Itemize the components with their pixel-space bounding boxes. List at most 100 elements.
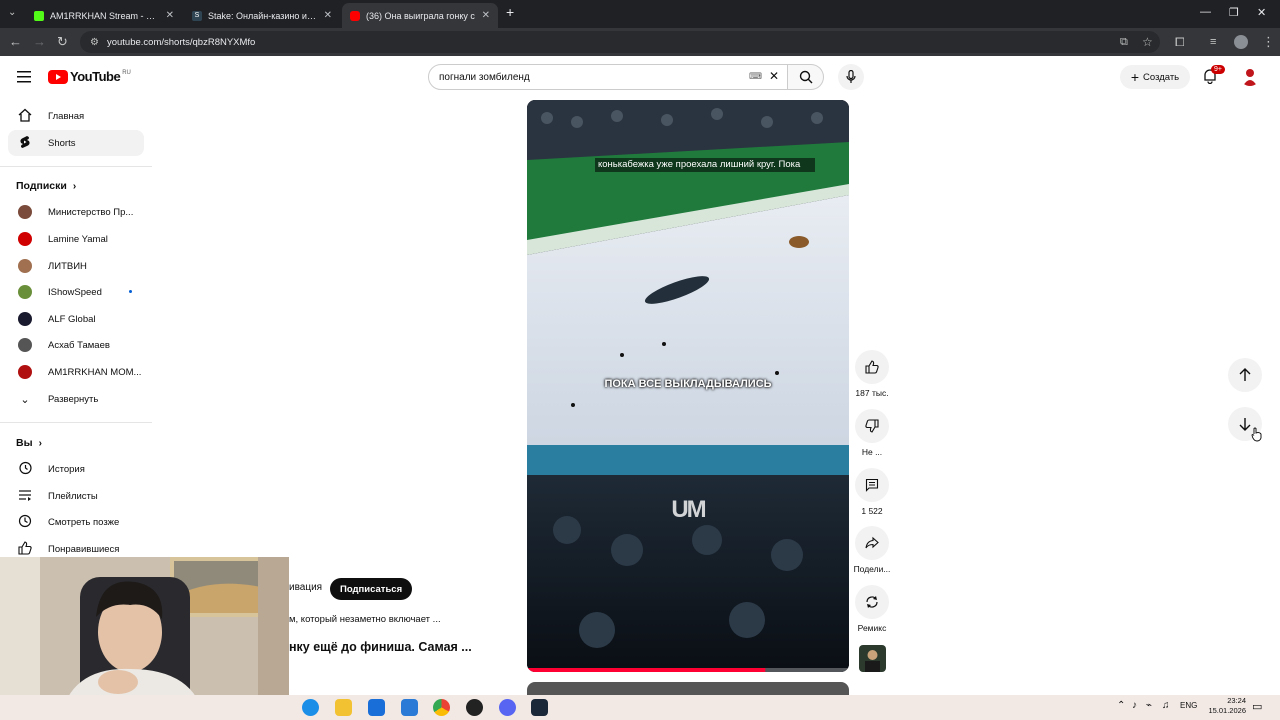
browser-tab[interactable]: AM1RRKHAN Stream - Watch L ✕ <box>26 3 182 28</box>
playlists-icon <box>18 488 32 505</box>
sidebar-item-home[interactable]: Главная <box>8 103 144 129</box>
steam-icon[interactable] <box>531 699 548 716</box>
sidebar-item-label: AM1RRKHAN МОМ... <box>48 366 142 378</box>
minimize-icon[interactable]: — <box>1200 6 1211 18</box>
reload-icon[interactable]: ↻ <box>57 34 68 50</box>
keyboard-icon[interactable]: ⌨ <box>749 71 762 82</box>
shorts-video-player[interactable]: конькабежка уже проехала лишний круг. По… <box>527 100 849 672</box>
remix-label: Ремикс <box>857 623 887 633</box>
bookmark-star-icon[interactable]: ☆ <box>1142 34 1153 50</box>
network-icon[interactable]: ⌁ <box>1146 700 1152 711</box>
subscriptions-header[interactable]: Подписки › <box>16 180 76 192</box>
tab-title: AM1RRKHAN Stream - Watch L <box>50 10 160 21</box>
subtitle-caption: конькабежка уже проехала лишний круг. По… <box>595 158 815 172</box>
subscription-item[interactable]: Асхаб Тамаев <box>8 332 144 358</box>
channel-avatar <box>18 259 32 273</box>
previous-short-button[interactable] <box>1228 358 1262 392</box>
edge-icon[interactable] <box>302 699 319 716</box>
tab-title: Stake: Онлайн-казино и ставк <box>208 10 318 21</box>
video-title[interactable]: нку ещё до финиша. Самая ... <box>289 640 472 654</box>
create-label: Создать <box>1143 71 1180 83</box>
address-bar[interactable]: ⚙ youtube.com/shorts/qbzR8NYXMfo <box>80 31 1160 53</box>
tab-close-icon[interactable]: ✕ <box>482 10 490 21</box>
back-icon[interactable]: ← <box>9 34 22 50</box>
sidebar-item-history[interactable]: История <box>8 456 144 482</box>
search-button[interactable] <box>788 64 824 90</box>
microphone-tray-icon[interactable]: ♪ <box>1132 700 1137 711</box>
clear-search-icon[interactable]: ✕ <box>769 69 779 83</box>
sidebar-item-shorts[interactable]: Shorts <box>8 130 144 156</box>
tab-close-icon[interactable]: ✕ <box>166 10 174 21</box>
clock[interactable]: 23:24 15.01.2026 <box>1200 696 1246 716</box>
shorts-icon <box>18 135 32 152</box>
watch-later-icon <box>18 514 32 531</box>
subscription-item[interactable]: Lamine Yamal <box>8 226 144 252</box>
remix-icon <box>866 596 878 608</box>
voice-search-button[interactable] <box>838 64 864 90</box>
sound-thumbnail[interactable] <box>859 645 886 672</box>
profile-avatar[interactable] <box>1234 35 1248 49</box>
sidebar-item-playlists[interactable]: Плейлисты <box>8 483 144 509</box>
create-button[interactable]: + Создать <box>1120 65 1190 89</box>
search-query-text: погнали зомбиленд <box>439 71 530 83</box>
new-tab-button[interactable]: + <box>506 4 514 20</box>
sidebar-item-watch-later[interactable]: Смотреть позже <box>8 509 144 535</box>
subscribe-button[interactable]: Подписаться <box>330 578 413 600</box>
next-short-preview[interactable] <box>527 682 849 696</box>
tab-search-chevron-icon[interactable]: ⌄ <box>8 7 16 18</box>
subscription-item[interactable]: ЛИТВИН <box>8 253 144 279</box>
media-control-icon[interactable]: ≡ <box>1210 34 1216 50</box>
subscription-item[interactable]: Министерство Пр... <box>8 199 144 225</box>
site-info-icon[interactable]: ⚙ <box>90 37 99 48</box>
maximize-icon[interactable]: ❐ <box>1229 6 1239 19</box>
notification-center-icon[interactable]: ▭ <box>1252 700 1262 713</box>
obs-icon[interactable] <box>466 699 483 716</box>
hand-cursor-icon <box>1251 427 1262 442</box>
expand-subscriptions-button[interactable]: ⌄ Развернуть <box>8 386 144 412</box>
app-icon[interactable] <box>401 699 418 716</box>
extensions-icon[interactable]: ⧠ <box>1175 34 1185 50</box>
share-button[interactable]: Подели... <box>850 526 894 574</box>
share-label: Подели... <box>853 564 891 574</box>
hamburger-menu-icon[interactable] <box>17 71 31 83</box>
language-indicator[interactable]: ENG <box>1180 701 1197 710</box>
forward-icon[interactable]: → <box>33 34 46 50</box>
description-line[interactable]: м, который незаметно включает ... <box>289 614 441 625</box>
dislike-button[interactable]: Не ... <box>850 409 894 457</box>
account-avatar[interactable] <box>1240 66 1260 86</box>
volume-icon[interactable]: ♫ <box>1162 700 1170 711</box>
browser-menu-icon[interactable]: ⋮ <box>1262 34 1275 50</box>
chrome-icon[interactable] <box>433 699 450 716</box>
channel-name-fragment[interactable]: ивация <box>289 582 322 593</box>
notifications-button[interactable]: 9+ <box>1202 65 1225 89</box>
subscription-item[interactable]: AM1RRKHAN МОМ... <box>8 359 144 385</box>
tray-chevron-icon[interactable]: ⌃ <box>1117 700 1125 711</box>
chevron-right-icon: › <box>72 180 77 192</box>
close-window-icon[interactable]: ✕ <box>1257 6 1266 19</box>
tab-close-icon[interactable]: ✕ <box>324 10 332 21</box>
store-icon[interactable] <box>368 699 385 716</box>
like-count: 187 тыс. <box>855 388 889 398</box>
divider <box>0 166 152 167</box>
sidebar-item-label: Понравившиеся <box>48 543 120 555</box>
remix-button[interactable]: Ремикс <box>850 585 894 633</box>
browser-tab-active[interactable]: (36) Она выиграла гонку с ✕ <box>342 3 498 28</box>
comment-icon <box>865 478 879 492</box>
like-button[interactable]: 187 тыс. <box>850 350 894 398</box>
browser-tab[interactable]: S Stake: Онлайн-казино и ставк ✕ <box>184 3 340 28</box>
sidebar-item-label: История <box>48 463 85 475</box>
channel-watermark: UM <box>671 496 706 523</box>
comments-button[interactable]: 1 522 <box>850 468 894 516</box>
youtube-logo[interactable]: YouTube RU <box>48 69 131 84</box>
install-app-icon[interactable]: ⧉ <box>1120 34 1128 50</box>
search-input[interactable]: погнали зомбиленд ⌨ ✕ <box>428 64 788 90</box>
windows-taskbar: ⌃ ♪ ⌁ ♫ ENG 23:24 15.01.2026 ▭ <box>0 695 1280 720</box>
subscription-item[interactable]: ALF Global <box>8 306 144 332</box>
you-header[interactable]: Вы › <box>16 437 42 449</box>
thumbs-down-icon <box>865 419 879 433</box>
app-icon[interactable] <box>499 699 516 716</box>
subscription-item[interactable]: IShowSpeed <box>8 279 144 305</box>
sidebar-item-label: Shorts <box>48 137 76 149</box>
file-explorer-icon[interactable] <box>335 699 352 716</box>
sidebar-item-label: Lamine Yamal <box>48 233 108 245</box>
